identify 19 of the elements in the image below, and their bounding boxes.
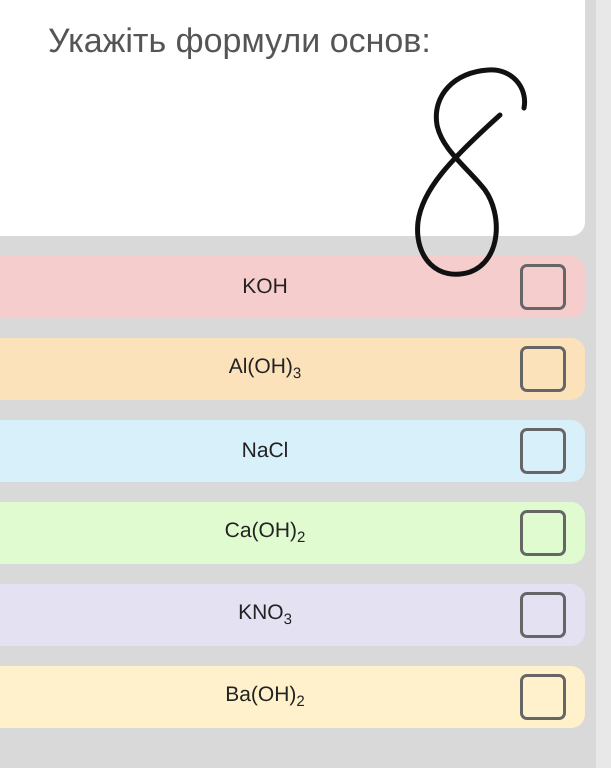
checkbox[interactable] bbox=[520, 428, 566, 474]
option-label: KOH bbox=[241, 275, 289, 299]
answer-option[interactable]: KNO$_{3}$ bbox=[0, 584, 585, 646]
option-label: Al(OH)$_{3}$ bbox=[228, 355, 302, 383]
answer-option[interactable]: Ba(OH)$_{2}$ bbox=[0, 666, 585, 728]
option-label: KNO$_{3}$ bbox=[237, 601, 293, 629]
option-label: Ca(OH)$_{2}$ bbox=[224, 519, 306, 547]
answer-option[interactable]: Ca(OH)$_{2}$ bbox=[0, 502, 585, 564]
checkbox[interactable] bbox=[520, 674, 566, 720]
checkbox[interactable] bbox=[520, 264, 566, 310]
option-label: Ba(OH)$_{2}$ bbox=[224, 683, 306, 711]
option-label: NaCl bbox=[240, 439, 290, 463]
answer-option[interactable]: NaCl bbox=[0, 420, 585, 482]
answer-option[interactable]: KOH bbox=[0, 256, 585, 318]
checkbox[interactable] bbox=[520, 592, 566, 638]
checkbox[interactable] bbox=[520, 510, 566, 556]
checkbox[interactable] bbox=[520, 346, 566, 392]
answer-option[interactable]: Al(OH)$_{3}$ bbox=[0, 338, 585, 400]
question-text: Укажіть формули основ: bbox=[48, 22, 432, 61]
